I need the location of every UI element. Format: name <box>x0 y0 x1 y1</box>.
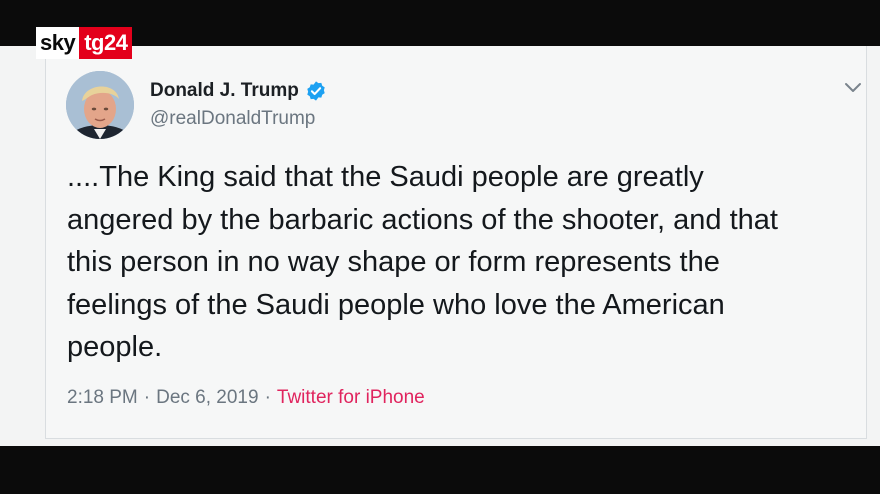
tweet-date[interactable]: Dec 6, 2019 <box>156 387 258 409</box>
tweet-time[interactable]: 2:18 PM <box>67 387 138 409</box>
logo-sky-text: sky <box>36 27 80 59</box>
meta-separator: · <box>143 387 151 408</box>
avatar-portrait-icon <box>66 71 134 139</box>
sky-tg24-logo: sky tg24 <box>36 27 133 59</box>
avatar[interactable] <box>66 71 134 139</box>
chevron-down-icon[interactable] <box>843 80 863 96</box>
bottom-letterbox-bar <box>0 446 880 494</box>
verified-badge-icon <box>307 81 325 101</box>
logo-tg24-text: tg24 <box>79 27 133 59</box>
tweet-text: ....The King said that the Saudi people … <box>67 161 778 363</box>
tweet-source-link[interactable]: Twitter for iPhone <box>277 387 425 409</box>
author-handle[interactable]: @realDonaldTrump <box>150 108 315 130</box>
tweet-meta: 2:18 PM · Dec 6, 2019 · Twitter for iPho… <box>67 387 425 409</box>
author-header: Donald J. Trump <box>150 80 327 102</box>
author-name[interactable]: Donald J. Trump <box>150 80 299 102</box>
meta-separator: · <box>264 387 271 408</box>
